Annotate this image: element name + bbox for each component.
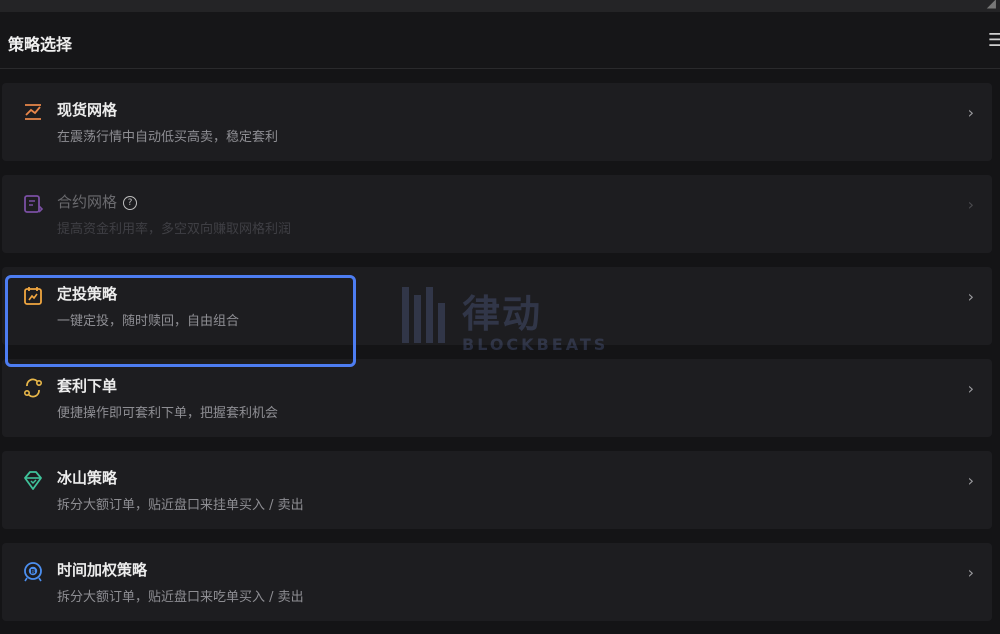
calendar-icon — [24, 287, 42, 305]
strategy-list: 现货网格 在震荡行情中自动低买高卖，稳定套利 › 合约网格? 提高资金利用率，多… — [0, 68, 1000, 634]
chevron-right-icon: › — [967, 195, 974, 214]
chevron-right-icon: › — [967, 471, 974, 490]
strategy-item-arbitrage[interactable]: 套利下单 便捷操作即可套利下单，把握套利机会 › — [2, 359, 992, 437]
resize-corner-icon: ◢ — [986, 0, 996, 10]
grid-chart-icon — [25, 104, 41, 120]
strategy-desc: 拆分大额订单，贴近盘口来吃单买入 / 卖出 — [57, 590, 304, 605]
strategy-title: 套利下单 — [57, 377, 118, 395]
help-circle-icon[interactable]: ? — [123, 196, 138, 210]
chevron-right-icon: › — [967, 287, 974, 306]
strategy-desc: 便捷操作即可套利下单，把握套利机会 — [57, 406, 279, 421]
strategy-item-contract-grid[interactable]: 合约网格? 提高资金利用率，多空双向赚取网格利润 › — [2, 175, 992, 253]
strategy-title: 冰山策略 — [57, 469, 118, 487]
svg-text:B: B — [31, 568, 36, 576]
strategy-title: 时间加权策略 — [57, 561, 148, 579]
chevron-right-icon: › — [967, 379, 974, 398]
page-title: 策略选择 — [8, 35, 73, 54]
chevron-right-icon: › — [967, 103, 974, 122]
strategy-title: 合约网格? — [57, 191, 138, 212]
menu-icon[interactable]: ☰ — [988, 30, 1000, 51]
twap-icon: B — [24, 562, 42, 582]
strategy-item-twap[interactable]: B 时间加权策略 拆分大额订单，贴近盘口来吃单买入 / 卖出 › — [2, 543, 992, 621]
strategy-item-dca[interactable]: 定投策略 一键定投，随时赎回，自由组合 › — [2, 267, 992, 345]
strategy-item-iceberg[interactable]: 冰山策略 拆分大额订单，贴近盘口来挂单买入 / 卖出 › — [2, 451, 992, 529]
chevron-right-icon: › — [967, 563, 974, 582]
header: 策略选择 ☰ — [0, 12, 1000, 69]
strategy-desc: 在震荡行情中自动低买高卖，稳定套利 — [57, 130, 279, 145]
arbitrage-icon — [23, 378, 43, 398]
contract-icon — [24, 195, 44, 213]
strategy-desc: 提高资金利用率，多空双向赚取网格利润 — [57, 222, 292, 237]
strategy-title: 现货网格 — [57, 101, 118, 119]
strategy-title: 定投策略 — [57, 285, 118, 303]
strategy-title-text: 合约网格 — [57, 193, 118, 211]
strategy-desc: 一键定投，随时赎回，自由组合 — [57, 314, 240, 329]
strategy-desc: 拆分大额订单，贴近盘口来挂单买入 / 卖出 — [57, 498, 304, 513]
iceberg-icon — [24, 471, 42, 490]
top-bar: ◢ — [0, 0, 1000, 12]
strategy-item-spot-grid[interactable]: 现货网格 在震荡行情中自动低买高卖，稳定套利 › — [2, 83, 992, 161]
